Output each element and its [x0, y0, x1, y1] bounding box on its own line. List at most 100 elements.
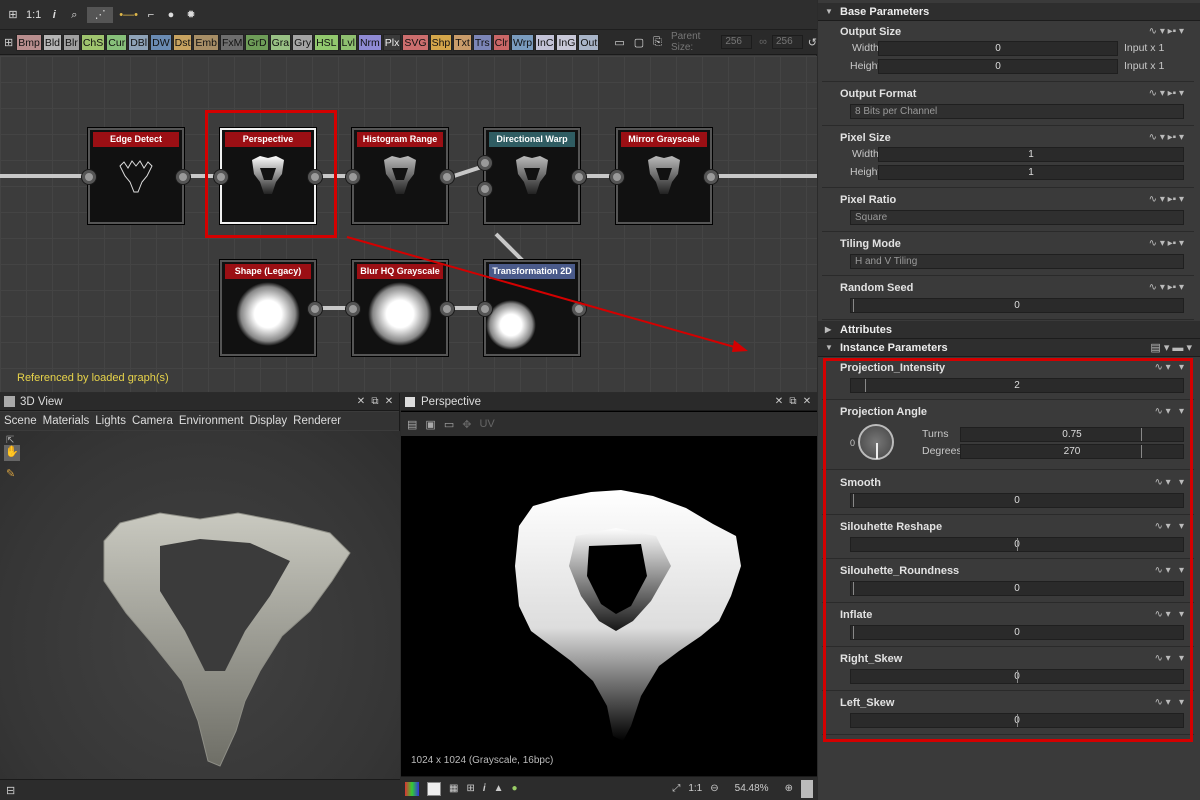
param-menu-icon[interactable]: ∿ ▾ ▸▪ ▾: [1149, 282, 1184, 293]
connector-icon[interactable]: •—•: [119, 7, 138, 23]
zoom-ratio-button[interactable]: 1:1: [688, 783, 702, 794]
grid-icon[interactable]: ▦: [449, 783, 458, 794]
pixel-height-field[interactable]: 1: [878, 165, 1184, 180]
silhouette-reshape-slider[interactable]: 0: [850, 537, 1184, 552]
parent-size-a-field[interactable]: 256: [721, 35, 753, 49]
reset-icon[interactable]: ↺: [808, 36, 817, 49]
output-height-field[interactable]: 0: [878, 59, 1118, 74]
slider-handle[interactable]: [853, 494, 854, 507]
node-chip-wrp[interactable]: Wrp: [511, 33, 535, 51]
menu-lights[interactable]: Lights: [95, 412, 126, 430]
param-menu-icon[interactable]: ∿ ▾ ▸▪ ▾: [1149, 26, 1184, 37]
color-mode-icon[interactable]: [405, 781, 419, 796]
tiling-icon[interactable]: ⊞: [466, 783, 474, 794]
zoom-ratio-button[interactable]: 1:1: [26, 7, 41, 23]
menu-materials[interactable]: Materials: [43, 412, 90, 430]
zoom-out-icon[interactable]: ⊖: [710, 783, 718, 794]
close-icon[interactable]: ✕: [383, 396, 395, 408]
left-skew-slider[interactable]: 0: [850, 713, 1184, 728]
channels-icon[interactable]: ▤: [407, 418, 417, 431]
random-seed-slider[interactable]: 0: [850, 298, 1184, 313]
zoom-in-icon[interactable]: ⊕: [785, 783, 793, 794]
param-menu-icon[interactable]: ∿ ▾ ▸▪ ▾: [1149, 88, 1184, 99]
param-menu-icon[interactable]: ∿ ▾ ▾: [1154, 521, 1184, 532]
node-chip-emb[interactable]: Emb: [193, 33, 219, 51]
node-chip-svg[interactable]: SVG: [402, 33, 429, 51]
node-chip-dbl[interactable]: DBl: [128, 33, 150, 51]
param-menu-icon[interactable]: ∿ ▾ ▸▪ ▾: [1149, 132, 1184, 143]
menu-display[interactable]: Display: [249, 412, 287, 430]
menu-camera[interactable]: Camera: [132, 412, 173, 430]
histogram-icon[interactable]: ▲: [494, 783, 504, 794]
slider-handle[interactable]: [1141, 428, 1142, 441]
zoom-level[interactable]: 54.48%: [727, 783, 777, 794]
node-chip-chs[interactable]: ChS: [80, 33, 106, 51]
gear-icon[interactable]: ✹: [184, 7, 198, 23]
node-chip-ing[interactable]: InG: [556, 33, 578, 51]
layout-icon[interactable]: ⋰: [87, 6, 114, 23]
slider-handle[interactable]: [1017, 538, 1018, 551]
slider-handle[interactable]: [853, 582, 854, 595]
node-chip-gry[interactable]: Gry: [292, 33, 314, 51]
smooth-slider[interactable]: 0: [850, 493, 1184, 508]
move-icon[interactable]: ✥: [462, 418, 471, 431]
section-menu-icon[interactable]: ▤ ▾ ▬ ▾: [1150, 339, 1192, 357]
section-base-parameters[interactable]: ▼ Base Parameters: [818, 3, 1200, 21]
menu-environment[interactable]: Environment: [179, 412, 244, 430]
node-chip-inc[interactable]: InC: [535, 33, 556, 51]
node-chip-shp[interactable]: Shp: [429, 33, 453, 51]
param-menu-icon[interactable]: ∿ ▾ ▾: [1154, 362, 1184, 373]
parent-size-b-field[interactable]: 256: [771, 35, 803, 49]
degrees-slider[interactable]: 270: [960, 444, 1184, 459]
close-icon[interactable]: ✕: [801, 396, 813, 408]
3d-viewport[interactable]: ⇱ ✋ ✎: [0, 431, 400, 779]
right-skew-slider[interactable]: 0: [850, 669, 1184, 684]
comment-icon[interactable]: ▭: [614, 36, 624, 49]
bomb-icon[interactable]: ●: [164, 7, 178, 23]
hand-tool-icon[interactable]: ✋: [4, 445, 20, 461]
search-icon[interactable]: ⌕: [67, 7, 81, 23]
node-chip-out[interactable]: Out: [578, 33, 600, 51]
uv-dropdown[interactable]: UV: [479, 418, 494, 430]
slider-handle[interactable]: [865, 379, 866, 392]
light-tool-icon[interactable]: ✎: [6, 467, 15, 480]
turns-slider[interactable]: 0.75: [960, 427, 1184, 442]
node-chip-trs[interactable]: Trs: [472, 33, 492, 51]
graph-canvas[interactable]: Edge Detect Perspective Histogram Range …: [0, 56, 817, 392]
param-menu-icon[interactable]: ∿ ▾ ▾: [1154, 697, 1184, 708]
param-menu-icon[interactable]: ∿ ▾ ▾: [1154, 406, 1184, 417]
float-icon[interactable]: ⧉: [369, 396, 381, 408]
slider-handle[interactable]: [1017, 670, 1018, 683]
node-chip-grd[interactable]: GrD: [245, 33, 269, 51]
frame-icon[interactable]: ⊞: [4, 36, 13, 49]
slider-handle[interactable]: [853, 299, 854, 312]
section-attributes[interactable]: ▶ Attributes: [818, 321, 1200, 339]
inflate-slider[interactable]: 0: [850, 625, 1184, 640]
frame-node-icon[interactable]: ▢: [634, 36, 644, 49]
node-chip-clr[interactable]: Clr: [492, 33, 511, 51]
slider-handle[interactable]: [853, 626, 854, 639]
link-style-icon[interactable]: ⌐: [144, 7, 158, 23]
param-menu-icon[interactable]: ∿ ▾ ▾: [1154, 653, 1184, 664]
float-icon[interactable]: ⧉: [787, 396, 799, 408]
projection-intensity-slider[interactable]: 2: [850, 378, 1184, 393]
checker-icon[interactable]: [427, 781, 441, 796]
camera-icon[interactable]: ▭: [444, 418, 454, 431]
pin-icon[interactable]: ✕: [773, 396, 785, 408]
node-chip-lvl[interactable]: Lvl: [339, 33, 357, 51]
pin-icon[interactable]: ✕: [355, 396, 367, 408]
slider-handle[interactable]: [1141, 445, 1142, 458]
node-chip-bld[interactable]: Bld: [42, 33, 62, 51]
node-chip-cur[interactable]: Cur: [106, 33, 128, 51]
node-chip-plx[interactable]: Plx: [382, 33, 402, 51]
fit-icon[interactable]: ⤢: [672, 783, 680, 794]
param-menu-icon[interactable]: ∿ ▾ ▸▪ ▾: [1149, 238, 1184, 249]
param-menu-icon[interactable]: ∿ ▾ ▾: [1154, 609, 1184, 620]
menu-renderer[interactable]: Renderer: [293, 412, 341, 430]
slider-handle[interactable]: [1017, 714, 1018, 727]
node-chip-dst[interactable]: Dst: [172, 33, 193, 51]
save-icon[interactable]: ▣: [425, 418, 435, 431]
link-icon[interactable]: ∞: [759, 36, 767, 48]
param-menu-icon[interactable]: ∿ ▾ ▾: [1154, 565, 1184, 576]
angle-dial[interactable]: [858, 424, 894, 460]
